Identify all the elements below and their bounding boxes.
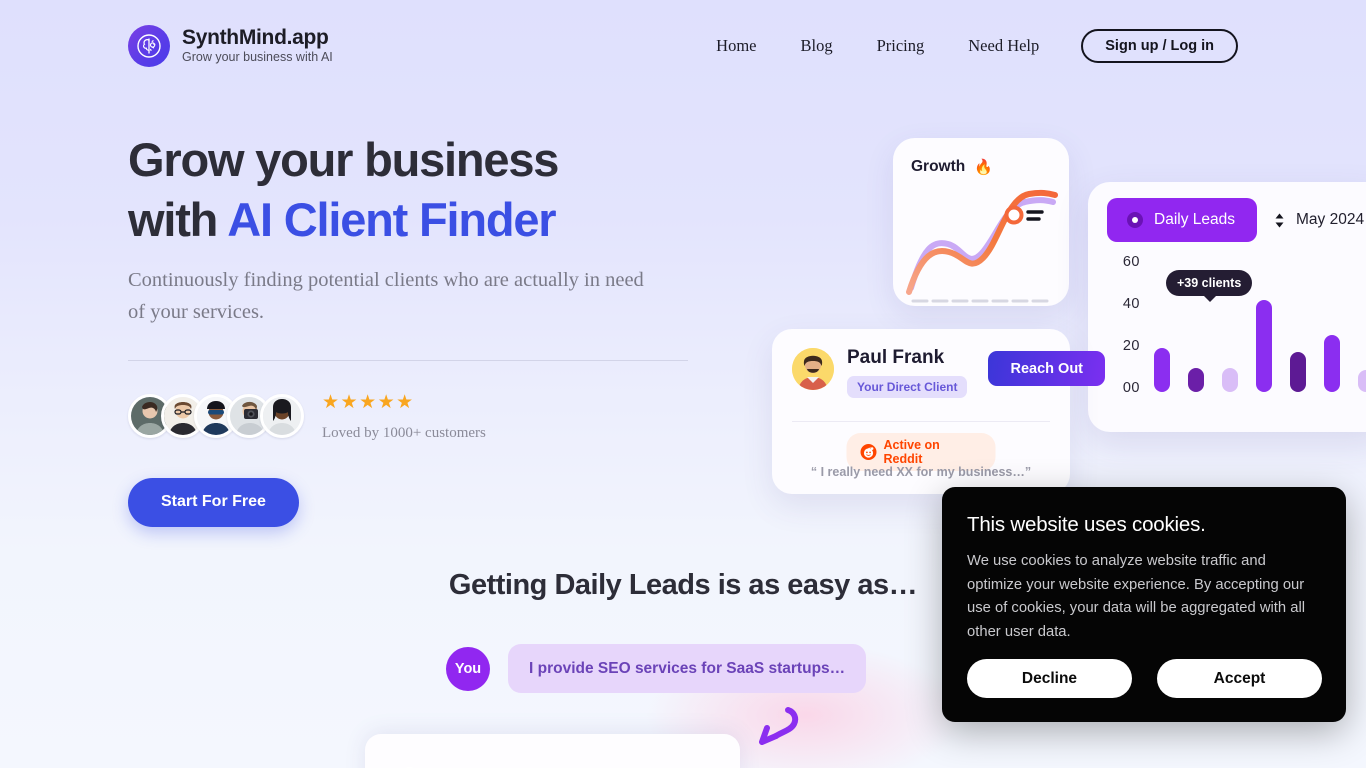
brand-tagline: Grow your business with AI (182, 50, 333, 65)
radio-selected-icon (1127, 212, 1143, 228)
decline-button[interactable]: Decline (967, 659, 1132, 698)
bar[interactable] (1256, 300, 1272, 392)
daily-leads-toggle[interactable]: Daily Leads (1107, 198, 1257, 242)
avatar (792, 348, 834, 390)
daily-leads-toggle-label: Daily Leads (1154, 211, 1235, 228)
source-badge-label: Active on Reddit (883, 438, 940, 466)
nav-item-pricing[interactable]: Pricing (855, 30, 947, 62)
chevron-up-down-icon (1275, 213, 1284, 227)
y-tick-60: 60 (1122, 254, 1140, 270)
leads-toolbar: Daily Leads May 2024 (1088, 198, 1366, 242)
curved-arrow-icon (759, 707, 799, 745)
flame-icon: 🔥 (974, 158, 993, 176)
client-header: Paul Frank Your Direct Client (792, 347, 968, 398)
cookie-consent-banner: This website uses cookies. We use cookie… (942, 487, 1346, 722)
client-name: Paul Frank (847, 347, 945, 368)
nav-item-need-help[interactable]: Need Help (946, 30, 1061, 62)
reddit-icon (860, 444, 877, 460)
leads-bar-chart: 60 40 20 00 +39 clients (1088, 254, 1366, 414)
bar[interactable] (1188, 368, 1204, 392)
bar[interactable] (1154, 348, 1170, 392)
month-label: May 2024 (1296, 211, 1365, 228)
y-tick-20: 20 (1122, 338, 1140, 354)
client-lead-card: Paul Frank Your Direct Client Reach Out … (772, 329, 1105, 494)
divider (128, 359, 688, 361)
brand-name: SynthMind.app (182, 25, 329, 49)
brand-logo-block[interactable]: SynthMind.app Grow your business with AI (128, 25, 333, 67)
star-rating-icon: ★★★★★ (322, 391, 415, 413)
main-nav: Home Blog Pricing Need Help Sign up / Lo… (694, 29, 1238, 63)
month-stepper[interactable]: May 2024 (1257, 211, 1366, 229)
growth-chart (906, 189, 1058, 303)
signup-login-button[interactable]: Sign up / Log in (1081, 29, 1238, 63)
nav-item-blog[interactable]: Blog (778, 30, 854, 62)
avatar (260, 394, 304, 439)
cookie-title: This website uses cookies. (967, 513, 1206, 536)
accept-button[interactable]: Accept (1157, 659, 1322, 698)
client-quote: “ I really need XX for my business…” (810, 465, 1032, 479)
chat-message-bubble: I provide SEO services for SaaS startups… (508, 644, 867, 693)
bar[interactable] (1358, 370, 1366, 392)
reach-out-button[interactable]: Reach Out (988, 351, 1105, 386)
status-badge: Your Direct Client (847, 375, 968, 398)
social-proof-text: Loved by 1000+ customers (322, 424, 486, 441)
site-header: SynthMind.app Grow your business with AI… (0, 0, 1366, 90)
avatar-stack (128, 394, 304, 439)
lead-result-card: Vincent_CC · 11h ago Reach Out (365, 734, 740, 768)
chat-message-row: You I provide SEO services for SaaS star… (446, 644, 867, 693)
brain-gear-icon (128, 25, 170, 67)
bar[interactable] (1222, 368, 1238, 392)
nav-item-home[interactable]: Home (694, 30, 778, 62)
hero-title-line2-plain: with (128, 192, 228, 246)
you-avatar: You (446, 646, 490, 691)
start-for-free-button[interactable]: Start For Free (128, 477, 299, 527)
growth-card-title: Growth (911, 158, 966, 175)
y-axis-labels: 60 40 20 00 (1104, 254, 1140, 396)
hero-section: Grow your business with AI Client Finder… (128, 130, 688, 527)
bar[interactable] (1324, 335, 1340, 392)
growth-card-header: Growth 🔥 (911, 158, 993, 176)
divider (792, 421, 1050, 422)
cookie-body: We use cookies to analyze website traffi… (967, 553, 1306, 641)
hero-title-accent: AI Client Finder (227, 192, 556, 246)
y-tick-00: 00 (1122, 380, 1140, 396)
hero-subtitle: Continuously finding potential clients w… (128, 269, 644, 324)
social-proof: ★★★★★ Loved by 1000+ customers (128, 391, 688, 442)
cookie-actions: Decline Accept (967, 659, 1322, 698)
hero-title-line1: Grow your business (128, 133, 559, 186)
growth-card: Growth 🔥 (893, 138, 1069, 306)
y-tick-40: 40 (1122, 296, 1140, 312)
page-title: Grow your business with AI Client Finder (128, 130, 688, 249)
bar-group (1154, 282, 1366, 392)
daily-leads-card: Daily Leads May 2024 60 40 20 00 +39 cli… (1088, 182, 1366, 432)
bar[interactable] (1290, 352, 1306, 392)
